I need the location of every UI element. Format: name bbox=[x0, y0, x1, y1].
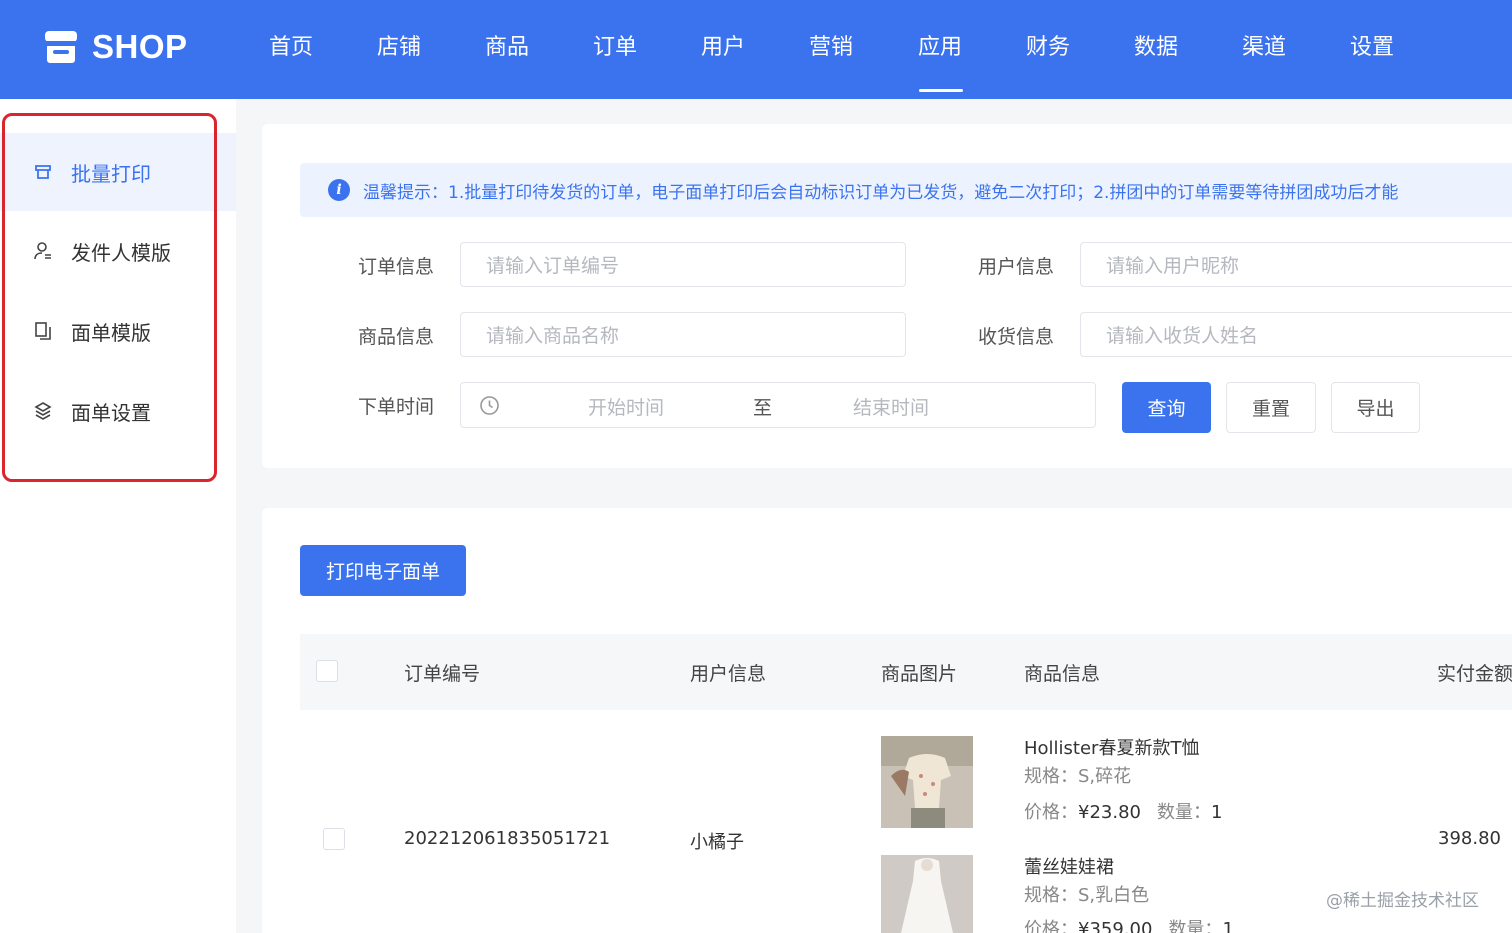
copy-icon bbox=[32, 320, 54, 342]
nav-item-data[interactable]: 数据 bbox=[1121, 30, 1191, 70]
goods-info-label: 商品信息 bbox=[358, 326, 435, 348]
sidebar-item-label: 面单模版 bbox=[71, 320, 151, 345]
print-waybill-button[interactable]: 打印电子面单 bbox=[300, 545, 466, 596]
nav-item-finance[interactable]: 财务 bbox=[1013, 30, 1083, 70]
quantity-value: 1 bbox=[1222, 919, 1234, 933]
nav-item-store[interactable]: 店铺 bbox=[364, 30, 434, 70]
receiver-name-input[interactable]: 请输入收货人姓名 bbox=[1080, 312, 1512, 357]
active-nav-indicator bbox=[919, 89, 963, 92]
settings-icon bbox=[32, 400, 54, 422]
column-header-goods-info: 商品信息 bbox=[1024, 663, 1101, 685]
nav-item-settings[interactable]: 设置 bbox=[1337, 30, 1407, 70]
goods-name-input[interactable]: 请输入商品名称 bbox=[460, 312, 906, 357]
product-image bbox=[881, 855, 973, 933]
printer-icon bbox=[32, 161, 54, 183]
nav-item-marketing[interactable]: 营销 bbox=[796, 30, 866, 70]
column-header-paid-amount: 实付金额 bbox=[1437, 663, 1512, 685]
product-name: Hollister春夏新款T恤 bbox=[1024, 738, 1200, 759]
sidebar: 批量打印 发件人模版 面单模版 面单设置 bbox=[0, 99, 236, 933]
row-checkbox[interactable] bbox=[323, 828, 345, 850]
table-header: 订单编号 用户信息 商品图片 商品信息 实付金额 bbox=[300, 634, 1512, 710]
paid-amount: 398.80 bbox=[1438, 828, 1501, 849]
info-icon: i bbox=[328, 179, 350, 201]
product-price-line: 价格：¥359.00 数量：1 bbox=[1024, 915, 1234, 933]
column-header-order-no: 订单编号 bbox=[404, 663, 481, 685]
reset-button[interactable]: 重置 bbox=[1226, 382, 1316, 433]
sidebar-item-label: 面单设置 bbox=[71, 400, 151, 425]
sidebar-item-batch-print[interactable]: 批量打印 bbox=[0, 133, 236, 211]
end-date-input[interactable]: 结束时间 bbox=[853, 393, 929, 420]
receiver-info-label: 收货信息 bbox=[978, 326, 1055, 348]
start-date-input[interactable]: 开始时间 bbox=[588, 393, 664, 420]
nav-item-apps[interactable]: 应用 bbox=[905, 30, 975, 70]
date-range-picker[interactable]: 开始时间 至 结束时间 bbox=[460, 382, 1096, 428]
user-info-label: 用户信息 bbox=[978, 256, 1055, 278]
column-header-goods-image: 商品图片 bbox=[881, 663, 958, 685]
product-name: 蕾丝娃娃裙 bbox=[1024, 857, 1114, 878]
sidebar-item-waybill-settings[interactable]: 面单设置 bbox=[0, 372, 236, 450]
nav-item-goods[interactable]: 商品 bbox=[472, 30, 542, 70]
export-button[interactable]: 导出 bbox=[1331, 382, 1420, 433]
price-value: ¥359.00 bbox=[1078, 919, 1153, 933]
date-separator: 至 bbox=[753, 397, 773, 419]
sidebar-item-waybill-template[interactable]: 面单模版 bbox=[0, 292, 236, 370]
order-info-label: 订单信息 bbox=[358, 256, 435, 278]
notice-text: 温馨提示：1.批量打印待发货的订单，电子面单打印后会自动标识订单为已发货，避免二… bbox=[363, 182, 1399, 203]
order-no-input[interactable]: 请输入订单编号 bbox=[460, 242, 906, 287]
column-header-user: 用户信息 bbox=[690, 663, 767, 685]
sidebar-item-label: 发件人模版 bbox=[71, 240, 171, 265]
watermark: @稀土掘金技术社区 bbox=[1326, 891, 1479, 911]
sidebar-item-label: 批量打印 bbox=[71, 161, 151, 186]
notice-banner: i 温馨提示：1.批量打印待发货的订单，电子面单打印后会自动标识订单为已发货，避… bbox=[300, 163, 1512, 217]
sidebar-item-sender-template[interactable]: 发件人模版 bbox=[0, 212, 236, 290]
order-time-label: 下单时间 bbox=[358, 396, 435, 418]
price-label: 价格： bbox=[1024, 919, 1078, 933]
price-label: 价格： bbox=[1024, 802, 1078, 823]
nav-item-orders[interactable]: 订单 bbox=[580, 30, 650, 70]
nav-item-channels[interactable]: 渠道 bbox=[1229, 30, 1299, 70]
user-name: 小橘子 bbox=[690, 832, 744, 853]
product-image bbox=[881, 736, 973, 828]
logo-text: SHOP bbox=[92, 28, 188, 65]
nav-item-home[interactable]: 首页 bbox=[256, 30, 326, 70]
query-button[interactable]: 查询 bbox=[1122, 382, 1211, 433]
nav-item-users[interactable]: 用户 bbox=[688, 30, 758, 70]
order-number: 202212061835051721 bbox=[404, 828, 611, 849]
select-all-checkbox[interactable] bbox=[316, 660, 338, 682]
logo[interactable]: SHOP bbox=[42, 28, 188, 66]
store-icon bbox=[45, 31, 77, 63]
user-icon bbox=[32, 240, 54, 262]
product-price-line: 价格：¥23.80 数量：1 bbox=[1024, 798, 1222, 824]
clock-icon bbox=[480, 396, 499, 415]
user-nickname-input[interactable]: 请输入用户昵称 bbox=[1080, 242, 1512, 287]
product-spec: 规格：S,乳白色 bbox=[1024, 885, 1150, 906]
quantity-value: 1 bbox=[1210, 802, 1223, 823]
top-navbar: SHOP 首页 店铺 商品 订单 用户 营销 应用 财务 数据 渠道 设置 bbox=[0, 0, 1512, 99]
price-value: ¥23.80 bbox=[1078, 802, 1141, 823]
product-spec: 规格：S,碎花 bbox=[1024, 766, 1132, 787]
quantity-label: 数量： bbox=[1156, 802, 1211, 823]
quantity-label: 数量： bbox=[1168, 919, 1223, 933]
